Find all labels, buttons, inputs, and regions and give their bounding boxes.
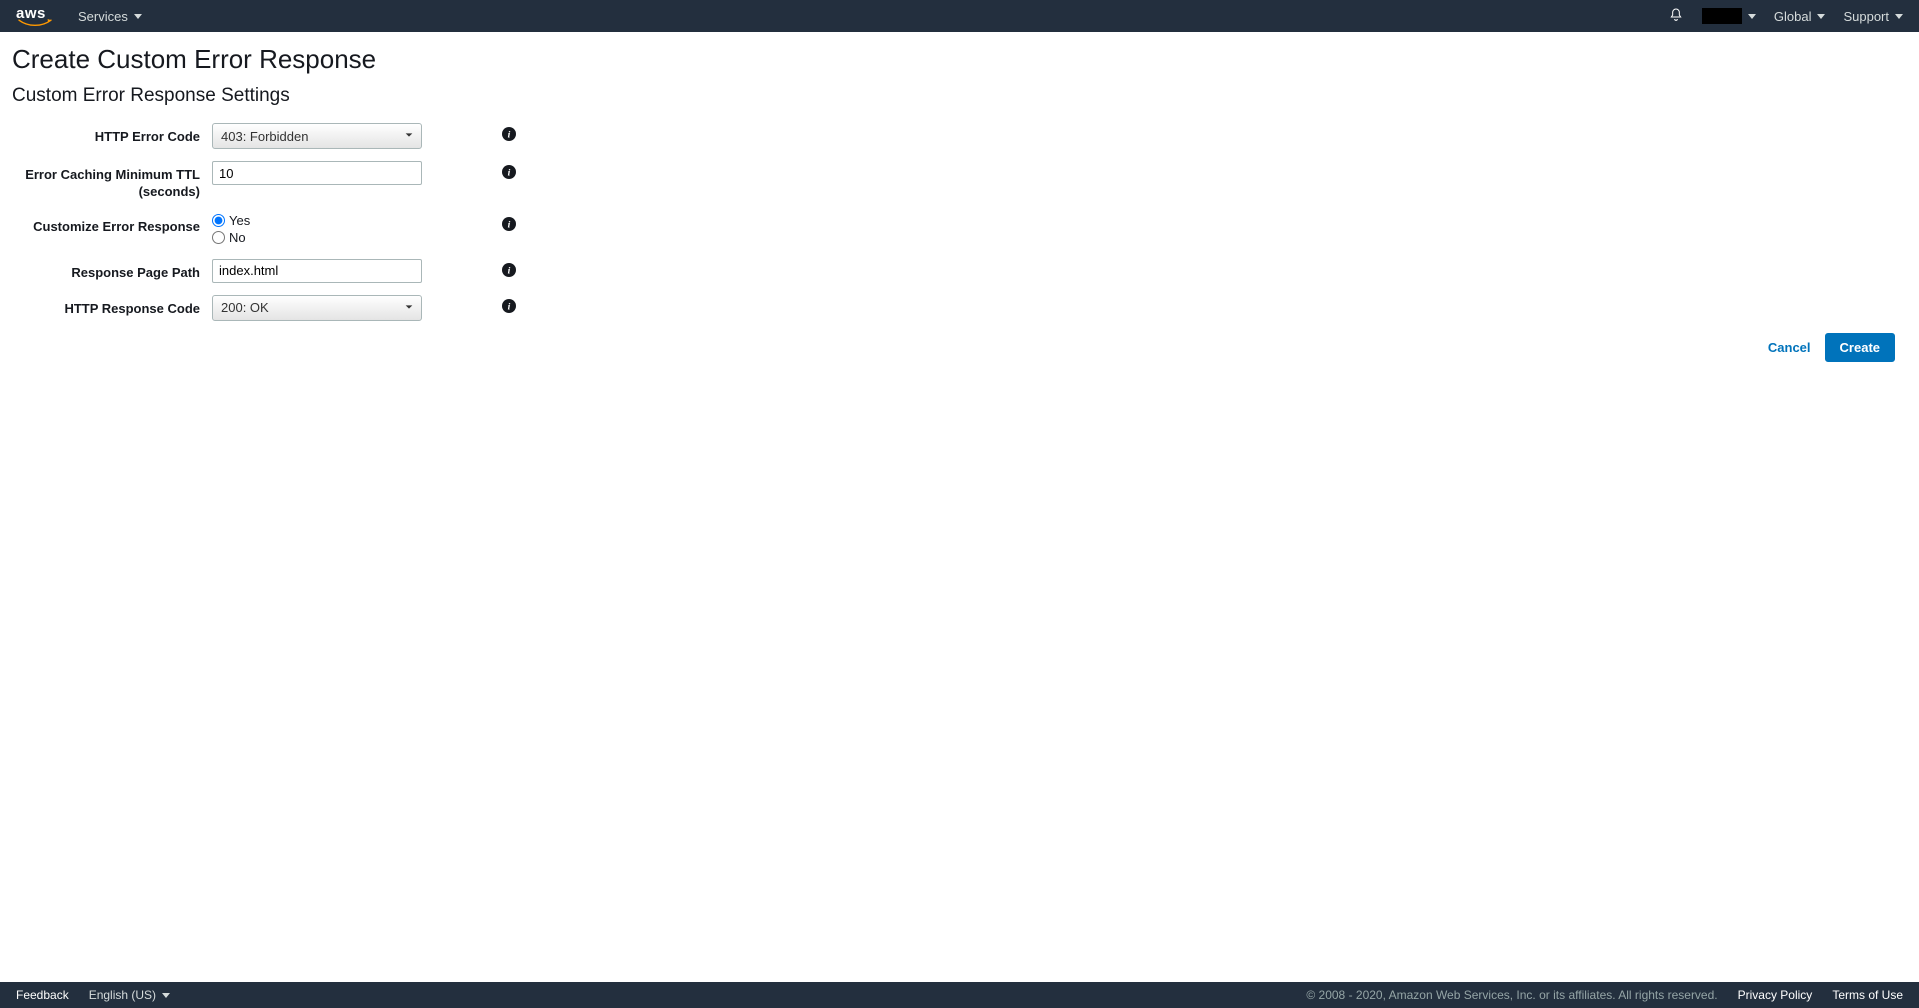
row-http-response-code: HTTP Response Code 200: OK i bbox=[12, 295, 1907, 321]
language-menu[interactable]: English (US) bbox=[89, 988, 170, 1002]
main-content: Create Custom Error Response Custom Erro… bbox=[0, 32, 1919, 982]
svg-text:i: i bbox=[508, 265, 511, 276]
caret-down-icon bbox=[162, 993, 170, 998]
svg-text:i: i bbox=[508, 219, 511, 230]
region-menu[interactable]: Global bbox=[1774, 9, 1826, 24]
terms-link[interactable]: Terms of Use bbox=[1832, 988, 1903, 1002]
form-actions: Cancel Create bbox=[12, 333, 1907, 362]
settings-form: HTTP Error Code 403: Forbidden i Er bbox=[12, 123, 1907, 321]
account-name-redacted bbox=[1702, 8, 1742, 24]
page-title: Create Custom Error Response bbox=[12, 44, 1907, 75]
region-label: Global bbox=[1774, 9, 1812, 24]
caret-down-icon bbox=[134, 14, 142, 19]
row-caching-ttl: Error Caching Minimum TTL (seconds) i bbox=[12, 161, 1907, 201]
http-response-code-value: 200: OK bbox=[221, 300, 269, 315]
create-button[interactable]: Create bbox=[1825, 333, 1895, 362]
services-label: Services bbox=[78, 9, 128, 24]
row-http-error-code: HTTP Error Code 403: Forbidden i bbox=[12, 123, 1907, 149]
svg-text:i: i bbox=[508, 168, 511, 179]
info-icon[interactable]: i bbox=[502, 299, 516, 313]
response-page-path-input[interactable] bbox=[212, 259, 422, 283]
feedback-link[interactable]: Feedback bbox=[16, 988, 69, 1002]
cancel-button[interactable]: Cancel bbox=[1768, 340, 1811, 355]
customize-yes-label: Yes bbox=[229, 213, 250, 228]
caret-down-icon bbox=[1748, 14, 1756, 19]
account-menu[interactable] bbox=[1702, 8, 1756, 24]
language-label: English (US) bbox=[89, 988, 156, 1002]
svg-text:i: i bbox=[508, 130, 511, 141]
http-error-code-select[interactable]: 403: Forbidden bbox=[212, 123, 422, 149]
footer-right: © 2008 - 2020, Amazon Web Services, Inc.… bbox=[1306, 988, 1903, 1002]
section-title: Custom Error Response Settings bbox=[12, 85, 1907, 107]
info-icon[interactable]: i bbox=[502, 127, 516, 141]
global-footer: Feedback English (US) © 2008 - 2020, Ama… bbox=[0, 982, 1919, 1008]
caret-down-icon bbox=[1817, 14, 1825, 19]
support-label: Support bbox=[1843, 9, 1889, 24]
support-menu[interactable]: Support bbox=[1843, 9, 1903, 24]
global-header: aws Services Global Support bbox=[0, 0, 1919, 32]
info-icon[interactable]: i bbox=[502, 263, 516, 277]
chevron-down-icon bbox=[404, 299, 414, 317]
footer-left: Feedback English (US) bbox=[16, 988, 170, 1002]
svg-text:i: i bbox=[508, 301, 511, 312]
customize-yes-option[interactable]: Yes bbox=[212, 213, 422, 228]
label-caching-ttl: Error Caching Minimum TTL (seconds) bbox=[12, 161, 212, 201]
services-menu[interactable]: Services bbox=[78, 9, 142, 24]
customize-no-option[interactable]: No bbox=[212, 230, 422, 245]
row-response-page-path: Response Page Path i bbox=[12, 259, 1907, 283]
notifications-icon[interactable] bbox=[1668, 7, 1684, 26]
caching-ttl-input[interactable] bbox=[212, 161, 422, 185]
customize-no-label: No bbox=[229, 230, 246, 245]
row-customize: Customize Error Response Yes No i bbox=[12, 213, 1907, 247]
privacy-link[interactable]: Privacy Policy bbox=[1738, 988, 1813, 1002]
http-error-code-value: 403: Forbidden bbox=[221, 129, 308, 144]
info-icon[interactable]: i bbox=[502, 165, 516, 179]
label-response-page-path: Response Page Path bbox=[12, 259, 212, 282]
label-http-response-code: HTTP Response Code bbox=[12, 295, 212, 318]
caret-down-icon bbox=[1895, 14, 1903, 19]
info-icon[interactable]: i bbox=[502, 217, 516, 231]
http-response-code-select[interactable]: 200: OK bbox=[212, 295, 422, 321]
label-http-error-code: HTTP Error Code bbox=[12, 123, 212, 146]
copyright-text: © 2008 - 2020, Amazon Web Services, Inc.… bbox=[1306, 988, 1717, 1002]
header-right: Global Support bbox=[1668, 7, 1903, 26]
customize-yes-radio[interactable] bbox=[212, 214, 225, 227]
customize-no-radio[interactable] bbox=[212, 231, 225, 244]
aws-logo[interactable]: aws bbox=[16, 5, 54, 27]
chevron-down-icon bbox=[404, 127, 414, 145]
label-customize: Customize Error Response bbox=[12, 213, 212, 236]
header-left: aws Services bbox=[16, 5, 142, 27]
